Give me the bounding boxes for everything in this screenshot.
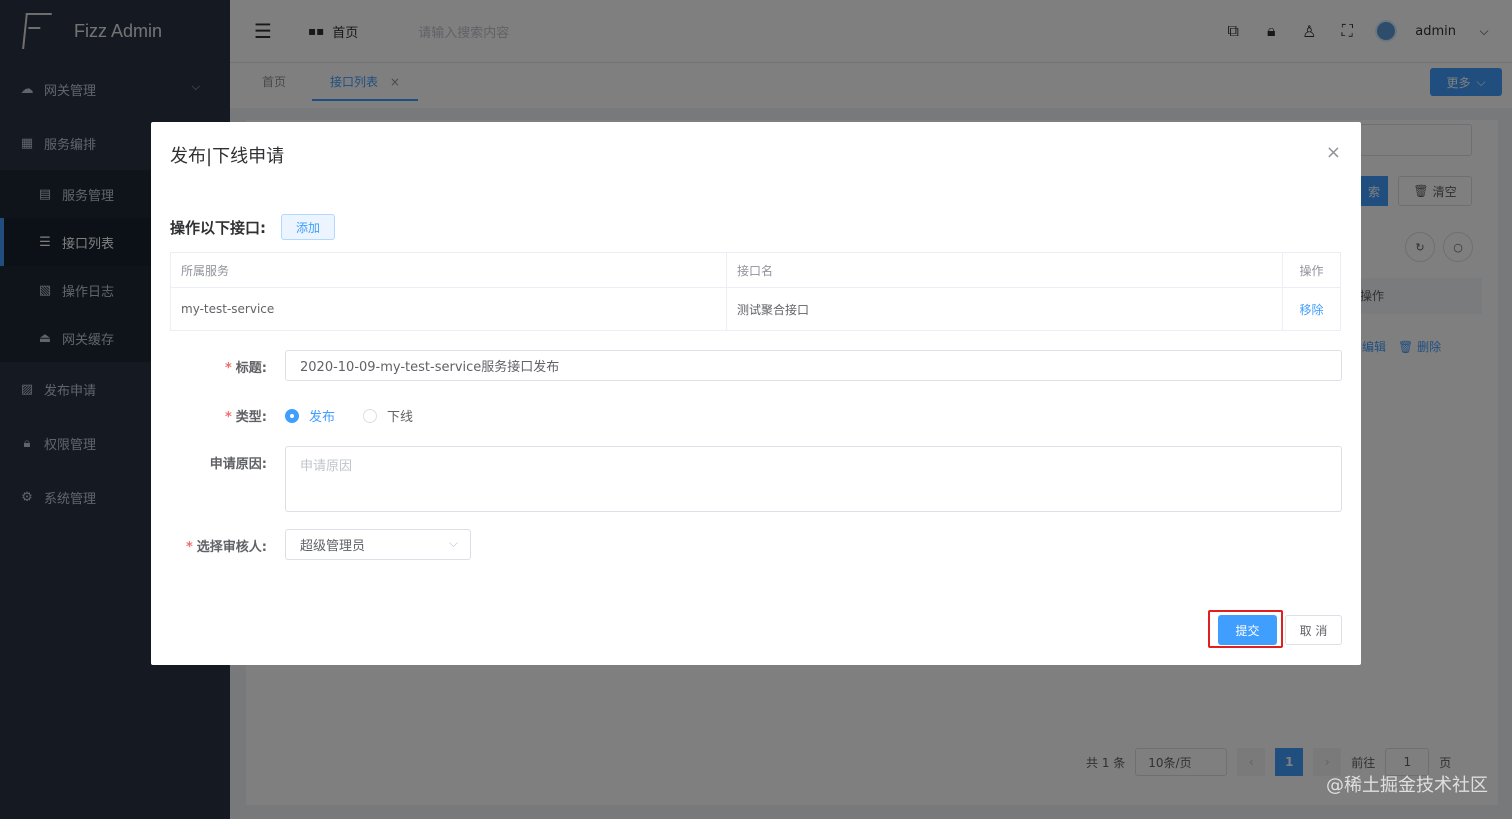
required-mark: *	[185, 540, 193, 555]
type-label: * 类型:	[151, 406, 267, 425]
submit-button[interactable]: 提交	[1218, 615, 1277, 645]
radio-label: 下线	[387, 410, 414, 425]
api-table: 所属服务 接口名 操作 my-test-service 测试聚合接口 移除	[170, 252, 1341, 331]
radio-offline[interactable]: 下线	[363, 406, 413, 425]
reason-textarea[interactable]: 申请原因	[285, 446, 1342, 512]
header-api: 接口名	[727, 253, 1283, 287]
reviewer-label: * 选择审核人:	[151, 536, 267, 555]
cell-api: 测试聚合接口	[727, 288, 1283, 330]
publish-dialog: 发布|下线申请 × 操作以下接口: 添加 所属服务 接口名 操作 my-test…	[151, 122, 1361, 665]
cell-service: my-test-service	[171, 288, 727, 330]
table-header: 所属服务 接口名 操作	[171, 253, 1340, 288]
type-label-text: 类型:	[235, 410, 267, 425]
cell-action: 移除	[1283, 288, 1340, 330]
required-mark: *	[224, 361, 232, 376]
radio-publish[interactable]: 发布	[285, 406, 335, 425]
watermark: @稀土掘金技术社区	[1326, 775, 1488, 796]
remove-link[interactable]: 移除	[1299, 301, 1323, 318]
title-label: * 标题:	[151, 357, 267, 376]
header-service: 所属服务	[171, 253, 727, 287]
reason-label: 申请原因:	[209, 457, 267, 472]
cancel-button[interactable]: 取 消	[1285, 615, 1342, 645]
dialog-title: 发布|下线申请	[170, 146, 285, 167]
reviewer-value: 超级管理员	[300, 539, 366, 554]
reviewer-select[interactable]: 超级管理员 ⌵	[285, 529, 471, 560]
reviewer-label-text: 选择审核人:	[196, 540, 267, 555]
add-button[interactable]: 添加	[281, 214, 335, 240]
table-row: my-test-service 测试聚合接口 移除	[171, 288, 1340, 330]
close-icon[interactable]: ×	[1326, 142, 1341, 163]
radio-dot	[285, 408, 299, 423]
chevron-down-icon: ⌵	[448, 536, 458, 550]
section-label: 操作以下接口:	[170, 219, 266, 237]
required-mark: *	[224, 410, 232, 425]
header-action: 操作	[1299, 263, 1324, 278]
title-label-text: 标题:	[235, 361, 267, 376]
radio-label: 发布	[309, 410, 336, 425]
title-input[interactable]: 2020-10-09-my-test-service服务接口发布	[285, 350, 1342, 381]
radio-dot	[363, 408, 377, 423]
